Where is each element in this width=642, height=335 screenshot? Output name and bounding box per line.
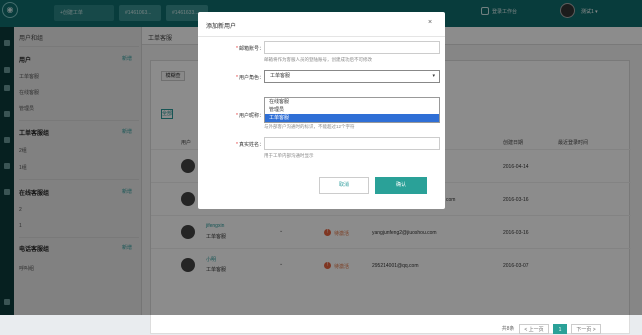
next-page-button[interactable]: 下一页 > bbox=[571, 324, 601, 334]
pager-total: 共8条 bbox=[501, 326, 515, 332]
realname-label: *真实姓名： bbox=[236, 142, 264, 148]
role-option[interactable]: 工单客服 bbox=[265, 114, 439, 122]
cancel-button[interactable]: 取消 bbox=[319, 177, 369, 194]
role-select[interactable]: 工单客服 ▾ bbox=[264, 70, 440, 83]
confirm-button[interactable]: 确认 bbox=[375, 177, 427, 194]
role-option[interactable]: 在线客服 bbox=[265, 98, 439, 106]
email-field[interactable] bbox=[264, 41, 440, 54]
nickname-hint: 与外部客户沟通时的标识，不能超过12个字符 bbox=[264, 124, 355, 129]
role-option[interactable]: 管理员 bbox=[265, 106, 439, 114]
role-label: *用户角色： bbox=[236, 75, 264, 81]
realname-hint: 用于工单内部沟通时显示 bbox=[264, 153, 314, 158]
close-icon[interactable]: × bbox=[428, 19, 432, 26]
add-user-dialog: 添加新用户 × *邮箱账号： 邮箱将作为客服人员的登陆账号，创建成功后不可修改 … bbox=[198, 12, 445, 209]
nickname-label: *用户昵称： bbox=[236, 113, 264, 119]
prev-page-button[interactable]: < 上一页 bbox=[519, 324, 549, 334]
dialog-title: 添加新用户 bbox=[206, 24, 237, 30]
realname-field[interactable] bbox=[264, 137, 440, 150]
page-1-button[interactable]: 1 bbox=[553, 324, 567, 334]
account-label: *邮箱账号： bbox=[236, 46, 264, 52]
chevron-down-icon: ▾ bbox=[432, 73, 435, 79]
role-dropdown[interactable]: 在线客服 管理员 工单客服 bbox=[264, 97, 440, 123]
account-hint: 邮箱将作为客服人员的登陆账号，创建成功后不可修改 bbox=[264, 57, 372, 62]
